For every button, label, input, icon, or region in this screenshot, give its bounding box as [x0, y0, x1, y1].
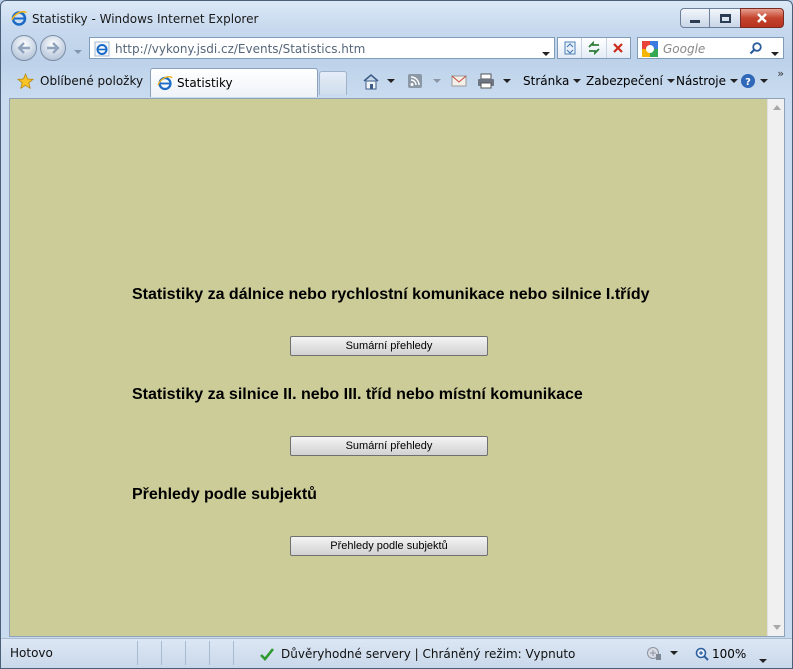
address-dropdown[interactable]: [538, 45, 550, 59]
chevron-down-icon: [730, 79, 739, 83]
close-icon: [757, 13, 767, 23]
search-button[interactable]: [749, 41, 763, 58]
home-icon: [363, 73, 379, 89]
stop-icon: [613, 43, 624, 53]
zoom-control[interactable]: 100%: [695, 644, 746, 664]
zoom-dropdown[interactable]: [755, 652, 767, 666]
chevron-down-icon: [503, 79, 511, 83]
chevron-up-icon: [772, 105, 781, 110]
status-text: Hotovo: [10, 646, 53, 660]
rss-icon: [408, 74, 422, 88]
search-placeholder: Google: [663, 42, 706, 56]
favorites-label: Oblíbené položky: [40, 74, 144, 88]
summary-button-local-roads[interactable]: Sumární přehledy: [290, 436, 488, 456]
minimize-button[interactable]: [680, 8, 710, 28]
vertical-scrollbar[interactable]: [767, 99, 784, 636]
title-bar: Statistiky - Windows Internet Explorer: [1, 1, 792, 35]
security-menu-label: Zabezpečení: [586, 74, 663, 88]
print-button[interactable]: [477, 71, 511, 91]
window-controls: [680, 8, 784, 28]
page-viewport: Statistiky za dálnice nebo rychlostní ko…: [9, 98, 785, 637]
search-box[interactable]: Google: [637, 37, 784, 59]
refresh-button[interactable]: [582, 38, 607, 58]
svg-text:?: ?: [745, 77, 751, 88]
navigation-bar: http://vykony.jsdi.cz/Events/Statistics.…: [1, 33, 792, 63]
mail-button[interactable]: [451, 71, 467, 91]
subjects-overview-button[interactable]: Přehledy podle subjektů: [290, 536, 488, 556]
security-icon: [647, 647, 661, 660]
new-tab-button[interactable]: [319, 71, 347, 95]
address-tools: [557, 37, 631, 59]
chevron-down-icon: [542, 52, 550, 56]
section-heading-subjects: Přehledy podle subjektů: [132, 486, 317, 503]
chevron-down-icon: [433, 79, 441, 83]
star-icon: [17, 72, 34, 89]
chevron-down-icon: [74, 50, 82, 54]
chevron-down-icon: [666, 79, 675, 83]
stop-button[interactable]: [607, 38, 630, 58]
maximize-button[interactable]: [709, 8, 741, 28]
more-commands-icon[interactable]: ››: [777, 67, 784, 80]
compat-view-button[interactable]: [558, 38, 583, 58]
forward-arrow-icon: [47, 42, 60, 54]
mail-icon: [451, 75, 467, 87]
chevron-down-icon: [772, 625, 781, 630]
chevron-down-icon: [387, 79, 395, 83]
chevron-down-icon: [771, 52, 779, 56]
window-title: Statistiky - Windows Internet Explorer: [32, 12, 259, 26]
ie-page-icon: [94, 41, 110, 60]
forward-button[interactable]: [40, 35, 66, 61]
back-button[interactable]: [11, 35, 37, 61]
tools-menu[interactable]: Nástroje: [676, 71, 739, 91]
zoom-icon: [695, 647, 709, 661]
section-heading-local-roads: Statistiky za silnice II. nebo III. tříd…: [132, 386, 583, 403]
page-content: Statistiky za dálnice nebo rychlostní ko…: [10, 99, 768, 636]
help-icon: ?: [741, 74, 755, 88]
chevron-down-icon: [760, 79, 768, 83]
status-bar: Hotovo Důvěryhodné servery | Chráněný re…: [1, 638, 792, 668]
ie-icon: [157, 76, 173, 91]
help-button[interactable]: ?: [740, 71, 768, 91]
search-icon: [749, 42, 762, 55]
summary-button-highways[interactable]: Sumární přehledy: [290, 336, 488, 356]
address-bar[interactable]: http://vykony.jsdi.cz/Events/Statistics.…: [89, 37, 555, 59]
history-dropdown[interactable]: [70, 43, 82, 57]
refresh-icon: [588, 41, 600, 55]
command-bar: Oblíbené položky Statistiky Stránka Zabe…: [1, 65, 792, 97]
tab-statistiky[interactable]: Statistiky: [150, 68, 318, 97]
minimize-icon: [690, 19, 700, 23]
favorites-button[interactable]: Oblíbené položky: [11, 69, 149, 93]
checkmark-icon: [260, 648, 275, 661]
security-zone[interactable]: Důvěryhodné servery | Chráněný režim: Vy…: [259, 644, 575, 664]
tools-menu-label: Nástroje: [676, 74, 727, 88]
close-button[interactable]: [740, 8, 784, 28]
google-icon: [642, 41, 658, 57]
security-menu[interactable]: Zabezpečení: [586, 71, 675, 91]
browser-window: Statistiky - Windows Internet Explorer h…: [0, 0, 793, 669]
page-menu-label: Stránka: [523, 74, 570, 88]
print-icon: [478, 73, 494, 89]
scroll-up-button[interactable]: [768, 99, 785, 116]
chevron-down-icon: [759, 659, 767, 663]
chevron-down-icon: [573, 79, 582, 83]
maximize-icon: [719, 13, 731, 23]
home-button[interactable]: [362, 71, 395, 91]
search-dropdown[interactable]: [767, 45, 779, 59]
page-menu[interactable]: Stránka: [523, 71, 582, 91]
feeds-button[interactable]: [407, 71, 441, 91]
scroll-down-button[interactable]: [768, 619, 785, 636]
security-zone-text: Důvěryhodné servery | Chráněný režim: Vy…: [281, 647, 576, 661]
back-arrow-icon: [17, 42, 30, 54]
tab-label: Statistiky: [177, 76, 233, 90]
address-url: http://vykony.jsdi.cz/Events/Statistics.…: [115, 42, 366, 56]
security-status-button[interactable]: [646, 645, 678, 661]
section-heading-highways: Statistiky za dálnice nebo rychlostní ko…: [132, 286, 650, 303]
compat-view-icon: [564, 41, 576, 55]
zoom-level: 100%: [712, 647, 747, 661]
ie-icon: [11, 10, 27, 26]
status-separators: [137, 641, 257, 665]
chevron-down-icon: [670, 651, 678, 655]
